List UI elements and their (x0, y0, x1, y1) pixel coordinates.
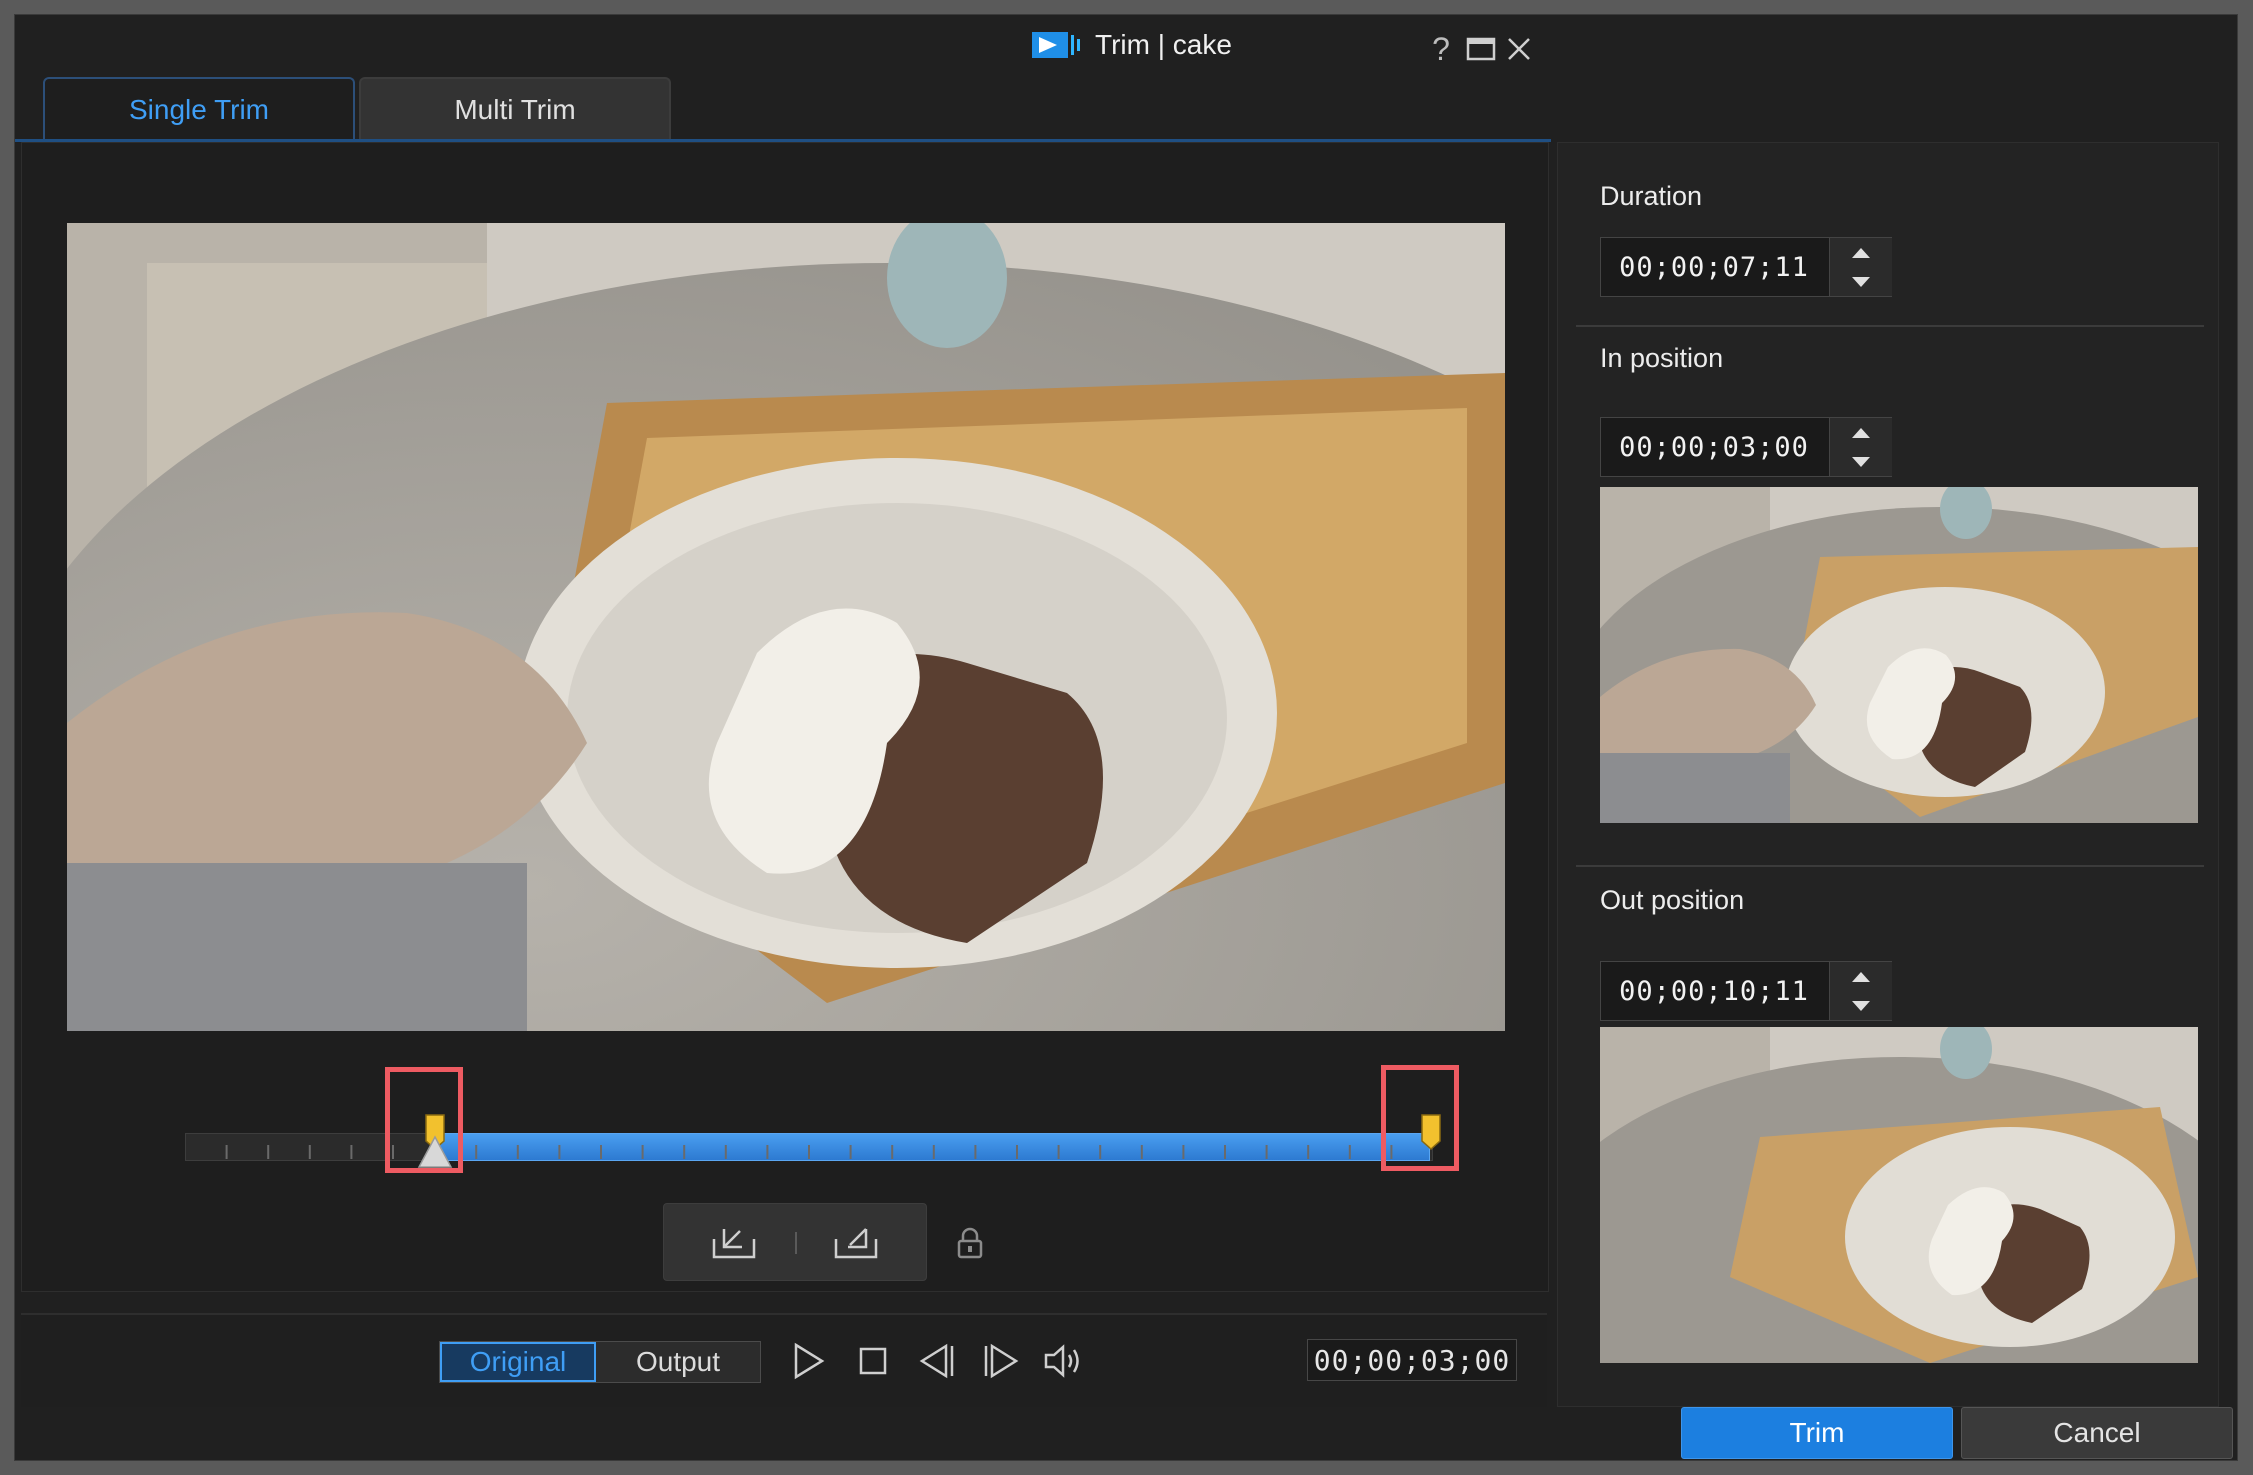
help-icon[interactable]: ? (1421, 29, 1461, 69)
in-thumbnail-frame (1600, 487, 2198, 823)
stop-glyph (859, 1347, 887, 1375)
maximize-glyph (1466, 37, 1496, 61)
duration-down-icon[interactable] (1830, 267, 1892, 296)
view-toggle: Original Output (439, 1341, 761, 1383)
video-preview (67, 223, 1505, 1031)
next-frame-icon[interactable] (977, 1337, 1025, 1385)
mark-out-glyph (834, 1228, 878, 1259)
tab-multi-trim[interactable]: Multi Trim (359, 77, 671, 141)
in-position-value[interactable]: 00;00;03;00 (1601, 418, 1827, 476)
separator (1576, 865, 2204, 867)
play-glyph (794, 1342, 825, 1380)
output-toggle[interactable]: Output (596, 1342, 760, 1382)
close-icon[interactable] (1499, 29, 1539, 69)
mark-in-icon[interactable] (708, 1222, 760, 1264)
lock-icon[interactable] (955, 1227, 985, 1259)
mark-out-icon[interactable] (830, 1222, 882, 1264)
out-position-spinner[interactable]: 00;00;10;11 (1600, 961, 1892, 1021)
separator (1576, 325, 2204, 327)
duration-label: Duration (1600, 181, 1703, 211)
out-thumbnail-frame (1600, 1027, 2198, 1363)
previous-frame-icon[interactable] (913, 1337, 961, 1385)
playback-bar: Original Output 00;00;03;00 (21, 1313, 1547, 1407)
in-position-arrows (1829, 418, 1892, 476)
out-position-thumbnail (1600, 1027, 2198, 1363)
mark-button-group (663, 1203, 927, 1281)
duration-value[interactable]: 00;00;07;11 (1601, 238, 1827, 296)
in-position-thumbnail (1600, 487, 2198, 823)
out-marker-highlight (1380, 1065, 1459, 1171)
app-logo-icon (1032, 32, 1080, 58)
out-position-label: Out position (1600, 885, 1745, 915)
stop-icon[interactable] (849, 1337, 897, 1385)
out-position-down-icon[interactable] (1830, 991, 1892, 1020)
preview-frame (67, 223, 1505, 1031)
out-position-arrows (1829, 962, 1892, 1020)
trim-settings-panel: Duration 00;00;07;11 In position 00;00;0… (1557, 142, 2219, 1407)
close-glyph (1508, 38, 1530, 60)
next-frame-glyph (984, 1343, 1019, 1379)
tab-single-trim[interactable]: Single Trim (43, 77, 355, 141)
cancel-button[interactable]: Cancel (1961, 1407, 2233, 1459)
play-icon[interactable] (785, 1337, 833, 1385)
mark-divider (795, 1232, 797, 1254)
mark-in-glyph (712, 1229, 756, 1259)
out-position-up-icon[interactable] (1830, 962, 1892, 991)
in-position-up-icon[interactable] (1830, 418, 1892, 447)
trim-dialog: Trim | cake ? Single Trim Multi Trim Ori… (14, 14, 2238, 1461)
in-position-spinner[interactable]: 00;00;03;00 (1600, 417, 1892, 477)
help-glyph: ? (1432, 30, 1450, 67)
maximize-icon[interactable] (1461, 29, 1501, 69)
in-position-down-icon[interactable] (1830, 447, 1892, 476)
window-title: Trim | cake (1095, 29, 1232, 60)
original-toggle[interactable]: Original (440, 1342, 596, 1382)
out-position-value[interactable]: 00;00;10;11 (1601, 962, 1827, 1020)
previous-frame-glyph (919, 1343, 954, 1379)
in-marker-highlight (384, 1067, 463, 1173)
trim-range-bar[interactable] (434, 1133, 1431, 1161)
duration-spinner[interactable]: 00;00;07;11 (1600, 237, 1892, 297)
duration-up-icon[interactable] (1830, 238, 1892, 267)
volume-icon[interactable] (1041, 1337, 1089, 1385)
title-bar: Trim | cake ? (15, 15, 2237, 73)
current-time-display: 00;00;03;00 (1307, 1339, 1517, 1381)
in-position-label: In position (1600, 343, 1724, 373)
trim-button[interactable]: Trim (1681, 1407, 1953, 1459)
duration-arrows (1829, 238, 1892, 296)
title-group: Trim | cake (1031, 29, 1232, 61)
volume-glyph (1044, 1344, 1079, 1378)
